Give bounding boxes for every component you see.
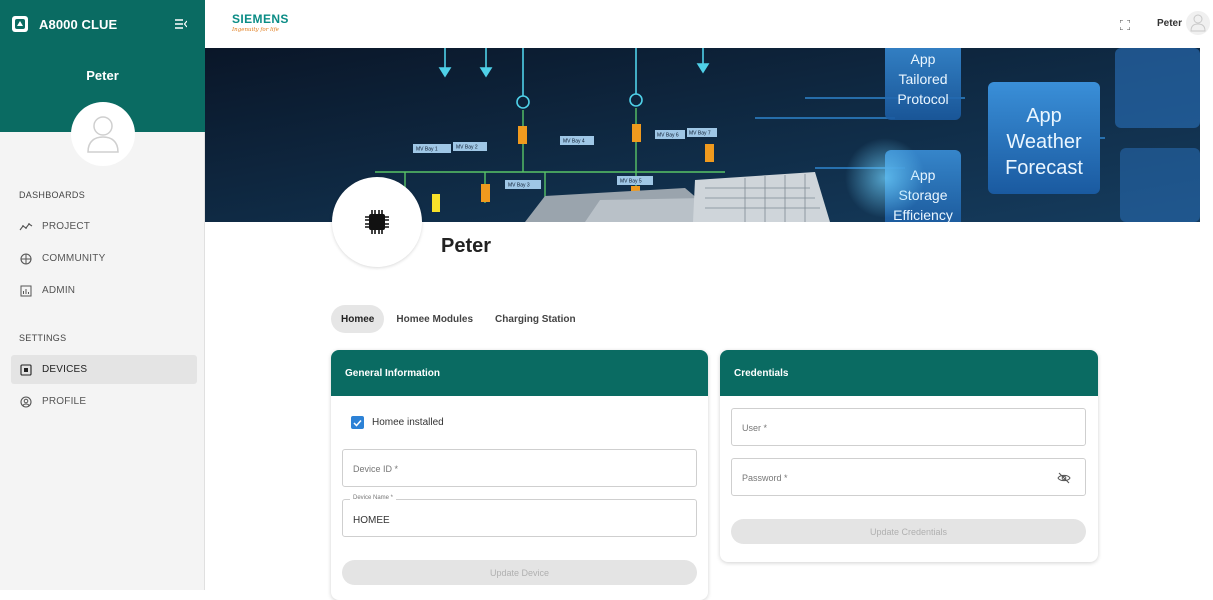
app-tailored-line2: Tailored — [898, 71, 947, 87]
sidebar-item-project[interactable]: PROJECT — [11, 212, 197, 241]
app-logo-icon — [12, 16, 28, 32]
tab-bar: Homee Homee Modules Charging Station — [331, 305, 588, 333]
sidebar-item-label: PROJECT — [42, 221, 91, 232]
top-avatar[interactable] — [1186, 11, 1210, 35]
sidebar-item-label: ADMIN — [42, 285, 76, 296]
sidebar-item-label: COMMUNITY — [42, 253, 106, 264]
bay-label: MV Bay 5 — [620, 179, 642, 185]
sidebar-user-name: Peter — [86, 68, 119, 83]
sidebar-item-community[interactable]: COMMUNITY — [11, 244, 197, 273]
device-name-label: Device Name * — [350, 495, 397, 501]
eye-off-icon[interactable] — [1057, 471, 1071, 489]
sidebar-header: A8000 CLUE — [0, 0, 205, 48]
bay-label: MV Bay 6 — [657, 133, 679, 139]
bay-label: MV Bay 1 — [416, 147, 438, 153]
sidebar-item-label: DEVICES — [42, 364, 88, 375]
user-avatar-icon — [1190, 14, 1206, 32]
menu-collapse-icon[interactable] — [175, 16, 188, 34]
password-placeholder: Password * — [742, 473, 788, 483]
credentials-title: Credentials — [720, 350, 1098, 396]
homee-installed-label: Homee installed — [372, 417, 444, 428]
top-user-name[interactable]: Peter — [1157, 18, 1182, 29]
general-information-card: General Information Homee installed Devi… — [331, 350, 708, 600]
app-tailored-line3: Protocol — [897, 91, 948, 107]
app-weather-line1: App — [1026, 105, 1062, 127]
bay-label: MV Bay 4 — [563, 139, 585, 145]
tab-homee-modules[interactable]: Homee Modules — [386, 305, 483, 333]
password-field[interactable]: Password * — [731, 458, 1086, 496]
checkbox-checked-icon[interactable] — [351, 416, 364, 429]
user-field[interactable]: User * — [731, 408, 1086, 446]
chip-icon — [365, 210, 389, 234]
sidebar-item-admin[interactable]: ADMIN — [11, 276, 197, 305]
bay-label: MV Bay 2 — [456, 145, 478, 151]
sidebar-item-label: PROFILE — [42, 396, 87, 407]
homee-installed-checkbox[interactable]: Homee installed — [351, 416, 444, 429]
device-id-field[interactable]: Device ID * — [342, 449, 697, 487]
sidebar-item-profile[interactable]: PROFILE — [11, 387, 197, 416]
app-name: A8000 CLUE — [39, 16, 118, 32]
tab-charging-station[interactable]: Charging Station — [485, 305, 586, 333]
profile-name: Peter — [441, 235, 492, 257]
app-weather-line2: Weather — [1006, 131, 1082, 153]
section-settings: SETTINGS — [19, 333, 67, 343]
app-tailored-line1: App — [911, 51, 936, 67]
update-credentials-button[interactable]: Update Credentials — [731, 519, 1086, 544]
top-bar: SIEMENS Ingenuity for life Peter — [205, 0, 1213, 48]
user-placeholder: User * — [742, 423, 768, 433]
device-avatar — [332, 177, 422, 267]
tab-homee[interactable]: Homee — [331, 305, 385, 333]
credentials-card: Credentials User * Password * Update Cre… — [720, 350, 1098, 562]
globe-icon — [19, 252, 33, 266]
user-circle-icon — [19, 395, 33, 409]
sidebar: A8000 CLUE Peter DASHBOARDS PROJECT COMM… — [0, 0, 205, 590]
device-name-field[interactable]: Device Name * HOMEE — [342, 495, 697, 537]
bay-label: MV Bay 7 — [689, 131, 711, 137]
general-information-title: General Information — [331, 350, 708, 396]
fullscreen-icon[interactable] — [1119, 17, 1131, 35]
device-name-value: HOMEE — [353, 515, 390, 526]
section-dashboards: DASHBOARDS — [19, 190, 86, 200]
update-device-button[interactable]: Update Device — [342, 560, 697, 585]
device-id-placeholder: Device ID * — [353, 464, 399, 474]
sidebar-item-devices[interactable]: DEVICES — [11, 355, 197, 384]
user-avatar-icon — [87, 116, 119, 153]
trend-line-icon — [19, 220, 33, 234]
chip-icon — [19, 363, 33, 377]
bay-label: MV Bay 3 — [508, 183, 530, 189]
siemens-logo[interactable]: SIEMENS Ingenuity for life — [232, 12, 289, 33]
sidebar-avatar[interactable] — [71, 102, 135, 166]
app-weather-line3: Forecast — [1005, 157, 1083, 179]
admin-chart-icon — [19, 284, 33, 298]
